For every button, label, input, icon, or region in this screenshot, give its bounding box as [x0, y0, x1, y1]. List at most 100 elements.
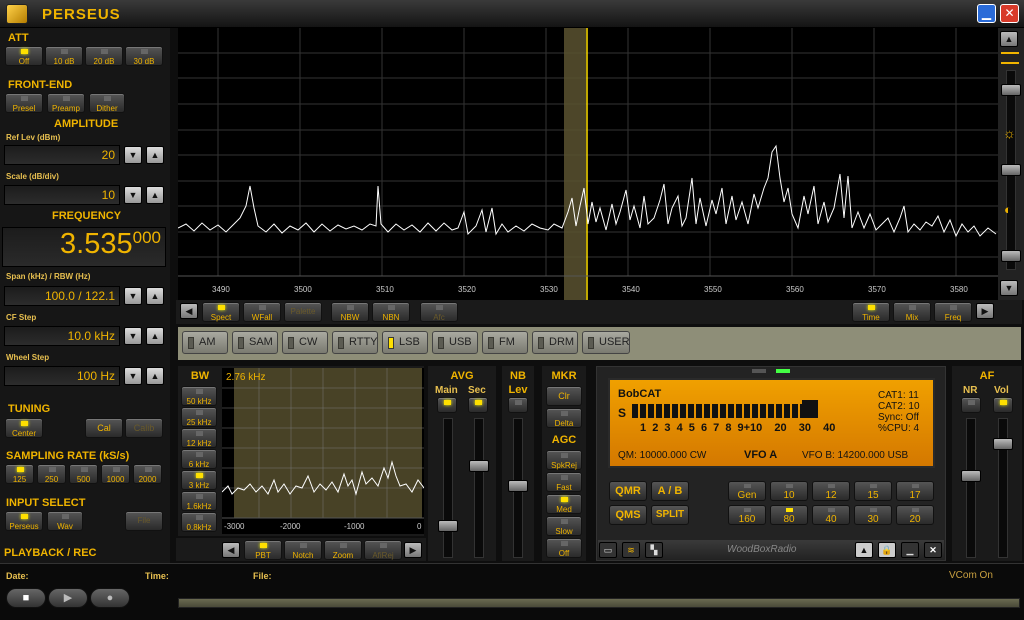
- wheel-up-button[interactable]: ▲: [146, 367, 164, 385]
- mode-drm-button[interactable]: DRM: [532, 331, 578, 354]
- ref-level-field[interactable]: 20: [4, 145, 120, 165]
- mode-fm-button[interactable]: FM: [482, 331, 528, 354]
- nr-knob[interactable]: [961, 470, 981, 482]
- band-10-button[interactable]: 10: [770, 481, 808, 501]
- avg-sec-knob[interactable]: [469, 460, 489, 472]
- window-icon[interactable]: ▭: [599, 542, 617, 558]
- span-up-button[interactable]: ▲: [146, 287, 164, 305]
- calib-button[interactable]: Calib: [125, 418, 163, 438]
- ref-up-button[interactable]: ▲: [146, 146, 164, 164]
- qms-button[interactable]: QMS: [609, 505, 647, 525]
- mode-rtty-button[interactable]: RTTY: [332, 331, 378, 354]
- band-80-button[interactable]: 80: [770, 505, 808, 525]
- spectrum-scroll-up-button[interactable]: ▲: [1000, 31, 1018, 47]
- cal-button[interactable]: Cal: [85, 418, 123, 438]
- band-160-button[interactable]: 160: [728, 505, 766, 525]
- band-40-button[interactable]: 40: [812, 505, 850, 525]
- vol-toggle[interactable]: [993, 397, 1013, 413]
- bw-3k-button[interactable]: 3 kHz: [181, 470, 217, 490]
- bw-right-button[interactable]: ▶: [404, 542, 422, 558]
- input-file-button[interactable]: File: [125, 511, 163, 531]
- close-window-button[interactable]: ✕: [1000, 4, 1019, 23]
- rate-2000-button[interactable]: 2000: [133, 464, 162, 484]
- bw-12k-button[interactable]: 12 kHz: [181, 428, 217, 448]
- agc-slow-button[interactable]: Slow: [546, 516, 582, 536]
- band-17-button[interactable]: 17: [896, 481, 934, 501]
- span-field[interactable]: 100.0 / 122.1: [4, 286, 120, 306]
- play-button[interactable]: ▶: [48, 588, 88, 608]
- ab-button[interactable]: A / B: [651, 481, 689, 501]
- band-12-button[interactable]: 12: [812, 481, 850, 501]
- rate-250-button[interactable]: 250: [37, 464, 66, 484]
- tuning-center-button[interactable]: Center: [5, 418, 43, 438]
- spectrum-display[interactable]: 3490 3500 3510 3520 3530 3540 3550 3560 …: [178, 28, 998, 300]
- presel-button[interactable]: Presel: [5, 93, 43, 113]
- cf-up-button[interactable]: ▲: [146, 327, 164, 345]
- mode-am-button[interactable]: AM: [182, 331, 228, 354]
- ref-down-button[interactable]: ▼: [124, 146, 142, 164]
- palette-button[interactable]: Palette: [284, 302, 322, 322]
- rate-1000-button[interactable]: 1000: [101, 464, 130, 484]
- playback-progress-bar[interactable]: [178, 598, 1020, 608]
- frequency-display[interactable]: 3.535000: [2, 227, 166, 267]
- close-bobcat-button[interactable]: ✕: [924, 542, 942, 558]
- att-off-button[interactable]: Off: [5, 46, 43, 66]
- avg-sec-slider[interactable]: [474, 418, 484, 558]
- spect-button[interactable]: Spect: [202, 302, 240, 322]
- nb-level-knob[interactable]: [508, 480, 528, 492]
- minimize-bobcat-button[interactable]: ▁: [901, 542, 919, 558]
- nr-toggle[interactable]: [961, 397, 981, 413]
- bw-0-8k-button[interactable]: 0.8kHz: [181, 512, 217, 532]
- spectrum-right-button[interactable]: ▶: [976, 303, 994, 319]
- qmr-button[interactable]: QMR: [609, 481, 647, 501]
- notch-button[interactable]: Notch: [284, 540, 322, 560]
- agc-spkrej-button[interactable]: SpkRej: [546, 450, 582, 470]
- bw-25k-button[interactable]: 25 kHz: [181, 407, 217, 427]
- avg-main-slider[interactable]: [443, 418, 453, 558]
- cf-down-button[interactable]: ▼: [124, 327, 142, 345]
- scale-up-button[interactable]: ▲: [146, 186, 164, 204]
- att-30db-button[interactable]: 30 dB: [125, 46, 163, 66]
- mix-button[interactable]: Mix: [893, 302, 931, 322]
- band-20-button[interactable]: 20: [896, 505, 934, 525]
- spectrum-slider-knob-3[interactable]: [1001, 250, 1021, 262]
- afc-button[interactable]: Afc: [420, 302, 458, 322]
- spectrum-left-button[interactable]: ◀: [180, 303, 198, 319]
- scale-field[interactable]: 10: [4, 185, 120, 205]
- waves-icon[interactable]: ≋: [622, 542, 640, 558]
- wheel-down-button[interactable]: ▼: [124, 367, 142, 385]
- band-30-button[interactable]: 30: [854, 505, 892, 525]
- afirej-button[interactable]: AfiRej: [364, 540, 402, 560]
- zoom-button[interactable]: Zoom: [324, 540, 362, 560]
- nbn-button[interactable]: NBN: [372, 302, 410, 322]
- up-icon[interactable]: ▲: [855, 542, 873, 558]
- agc-off-button[interactable]: Off: [546, 538, 582, 558]
- vol-knob[interactable]: [993, 438, 1013, 450]
- mkr-delta-button[interactable]: Delta: [546, 408, 582, 428]
- preamp-button[interactable]: Preamp: [47, 93, 85, 113]
- mkr-clr-button[interactable]: Clr: [546, 386, 582, 406]
- stop-button[interactable]: ■: [6, 588, 46, 608]
- mode-lsb-button[interactable]: LSB: [382, 331, 428, 354]
- agc-med-button[interactable]: Med: [546, 494, 582, 514]
- record-button[interactable]: ●: [90, 588, 130, 608]
- nb-toggle[interactable]: [508, 397, 528, 413]
- pbt-button[interactable]: PBT: [244, 540, 282, 560]
- mode-sam-button[interactable]: SAM: [232, 331, 278, 354]
- spectrum-scroll-down-button[interactable]: ▼: [1000, 280, 1018, 296]
- avg-sec-toggle[interactable]: [468, 397, 488, 413]
- grid-icon[interactable]: ▚: [645, 542, 663, 558]
- spectrum-slider-knob-2[interactable]: [1001, 164, 1021, 176]
- lock-icon[interactable]: 🔒: [878, 542, 896, 558]
- input-perseus-button[interactable]: Perseus: [5, 511, 43, 531]
- split-button[interactable]: SPLIT: [651, 505, 689, 525]
- mode-cw-button[interactable]: CW: [282, 331, 328, 354]
- band-gen-button[interactable]: Gen: [728, 481, 766, 501]
- avg-main-toggle[interactable]: [437, 397, 457, 413]
- rate-125-button[interactable]: 125: [5, 464, 34, 484]
- att-10db-button[interactable]: 10 dB: [45, 46, 83, 66]
- nr-slider[interactable]: [966, 418, 976, 558]
- avg-main-knob[interactable]: [438, 520, 458, 532]
- spectrum-slider-knob-1[interactable]: [1001, 84, 1021, 96]
- nbw-button[interactable]: NBW: [331, 302, 369, 322]
